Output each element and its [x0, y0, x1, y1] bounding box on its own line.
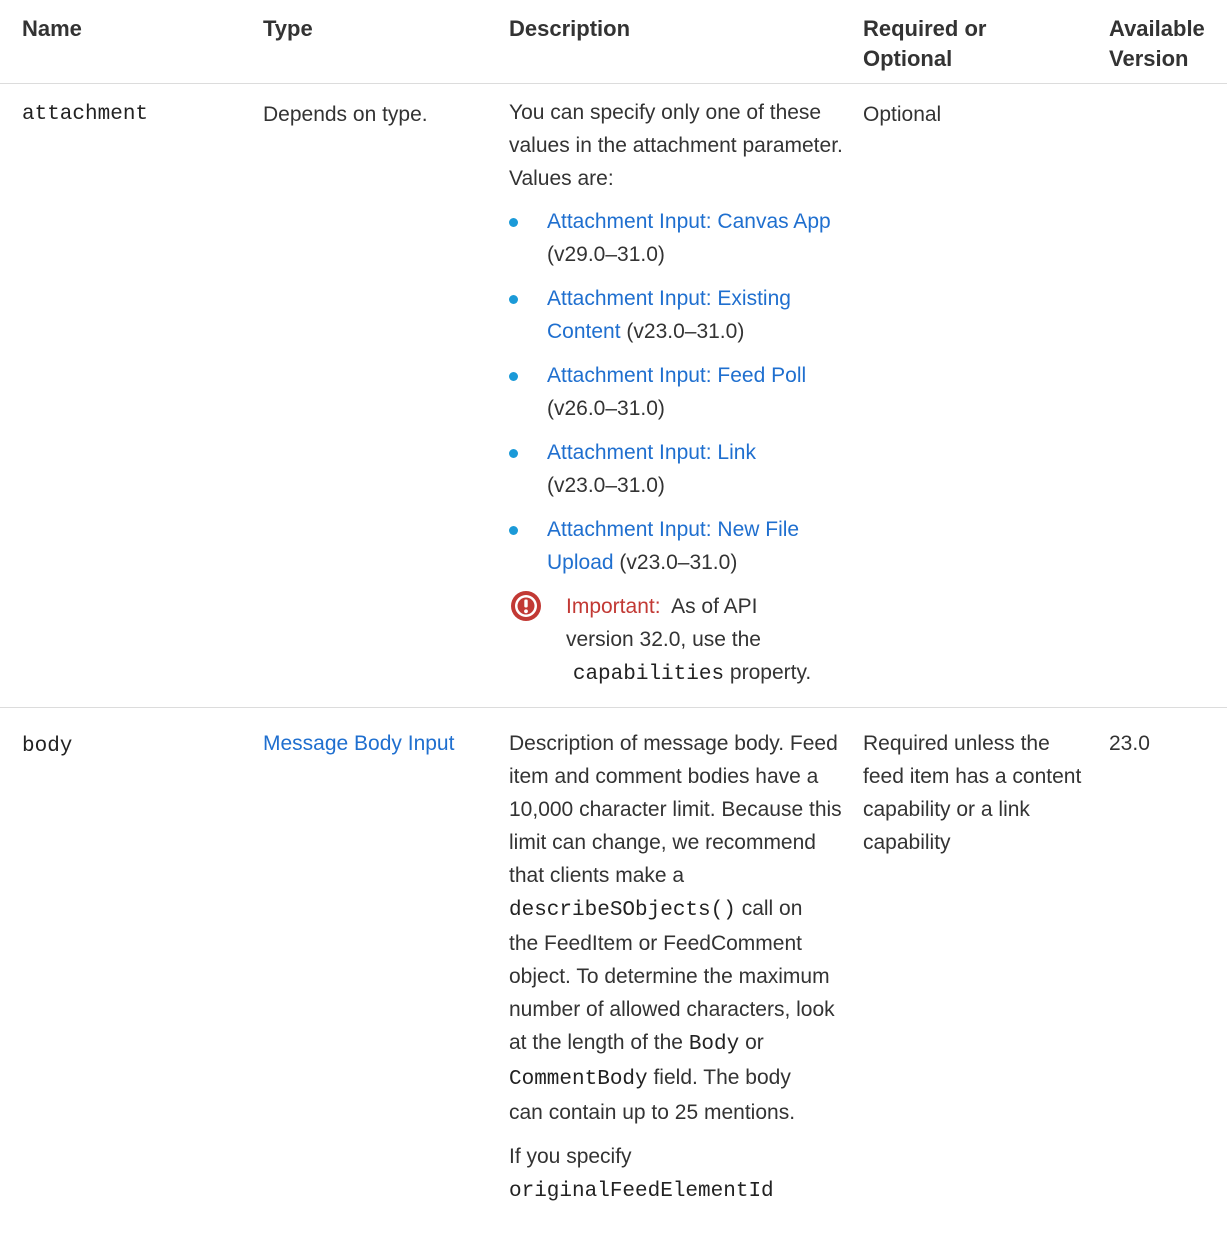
bullet-icon	[509, 218, 518, 227]
desc-line: 10,000 character limit. Because this	[509, 798, 842, 821]
version-range: (v23.0–31.0)	[626, 320, 745, 343]
desc-line: that clients make a	[509, 864, 685, 887]
desc-line: If you specify	[509, 1145, 632, 1168]
desc-line: at the length of the Body or	[509, 1026, 854, 1061]
header-description: Description	[509, 16, 631, 41]
list-item: Attachment Input: New File Upload (v23.0–…	[509, 513, 854, 579]
version-range: (v26.0–31.0)	[547, 397, 665, 420]
inline-code: Body	[688, 1033, 740, 1056]
row-divider	[0, 707, 1227, 708]
header-divider	[0, 83, 1227, 84]
desc-text: at the length of the	[509, 1031, 683, 1054]
desc-line: object. To determine the maximum	[509, 965, 830, 988]
desc-line: can contain up to 25 mentions.	[509, 1101, 796, 1124]
required-line: feed item has a content	[863, 765, 1082, 788]
param-description: Description of message body. Feed item a…	[509, 727, 854, 1208]
desc-text: or	[745, 1031, 764, 1054]
desc-line: number of allowed characters, look	[509, 998, 835, 1021]
param-name: attachment	[22, 103, 149, 126]
desc-line: values in the attachment parameter.	[509, 134, 843, 157]
link-message-body-input[interactable]: Message Body Input	[263, 727, 454, 760]
bullet-icon	[509, 449, 518, 458]
header-required: Required or Optional	[863, 14, 986, 74]
desc-text: field. The body	[653, 1066, 791, 1089]
param-required: Required unless the feed item has a cont…	[863, 727, 1103, 859]
important-tail: property.	[729, 661, 812, 684]
required-line: capability	[863, 831, 951, 854]
important-code: capabilities	[572, 663, 725, 686]
link-line[interactable]: Attachment Input: New File	[547, 518, 799, 541]
desc-line: Values are:	[509, 167, 614, 190]
header-version-line2: Version	[1109, 46, 1189, 71]
header-version-line1: Available	[1109, 16, 1205, 41]
desc-line: originalFeedElementId	[509, 1173, 854, 1208]
important-line1: As of API	[671, 595, 758, 618]
link-feed-poll[interactable]: Attachment Input: Feed Poll	[547, 364, 806, 387]
inline-code: describeSObjects()	[509, 899, 736, 922]
list-item: Attachment Input: Feed Poll (v26.0–31.0)	[509, 359, 854, 425]
desc-line: describeSObjects() call on	[509, 892, 854, 927]
param-description: You can specify only one of these values…	[509, 96, 854, 691]
param-version: 23.0	[1109, 732, 1150, 755]
list-item: Attachment Input: Link (v23.0–31.0)	[509, 436, 854, 502]
list-item: Attachment Input: Existing Content (v23.0…	[509, 282, 854, 348]
desc-text: call on	[741, 897, 803, 920]
link-canvas-app[interactable]: Attachment Input: Canvas App	[547, 210, 831, 233]
link-link[interactable]: Attachment Input: Link	[547, 441, 756, 464]
desc-line: CommentBody field. The body	[509, 1061, 854, 1096]
header-version: Available Version	[1109, 14, 1205, 74]
list-item: Attachment Input: Canvas App (v29.0–31.0…	[509, 205, 854, 271]
bullet-icon	[509, 526, 518, 535]
link-line[interactable]: Upload	[547, 551, 614, 574]
inline-code: originalFeedElementId	[509, 1180, 774, 1203]
desc-line: Description of message body. Feed	[509, 732, 838, 755]
bullet-icon	[509, 295, 518, 304]
attachment-options-list: Attachment Input: Canvas App (v29.0–31.0…	[509, 205, 854, 579]
header-required-line2: Optional	[863, 46, 953, 71]
version-range: (v23.0–31.0)	[619, 551, 738, 574]
warning-icon	[511, 591, 541, 621]
required-line: Required unless the	[863, 732, 1050, 755]
desc-line: You can specify only one of these	[509, 101, 822, 124]
desc-line: the FeedItem or FeedComment	[509, 932, 802, 955]
version-range: (v23.0–31.0)	[547, 474, 665, 497]
inline-code: CommentBody	[509, 1068, 648, 1091]
header-required-line1: Required or	[863, 16, 987, 41]
param-type: Depends on type.	[263, 103, 428, 126]
param-name: body	[22, 735, 73, 758]
desc-line: limit can change, we recommend	[509, 831, 816, 854]
important-note: Important: As of API version 32.0, use t…	[509, 590, 854, 691]
important-line2: version 32.0, use the	[566, 628, 761, 651]
desc-line: item and comment bodies have a	[509, 765, 819, 788]
header-type: Type	[263, 16, 313, 41]
required-line: capability or a link	[863, 798, 1030, 821]
link-line[interactable]: Attachment Input: Existing	[547, 287, 791, 310]
version-range: (v29.0–31.0)	[547, 243, 665, 266]
param-required: Optional	[863, 103, 942, 126]
link-line[interactable]: Content	[547, 320, 621, 343]
bullet-icon	[509, 372, 518, 381]
header-name: Name	[22, 16, 82, 41]
important-label: Important:	[566, 595, 661, 618]
